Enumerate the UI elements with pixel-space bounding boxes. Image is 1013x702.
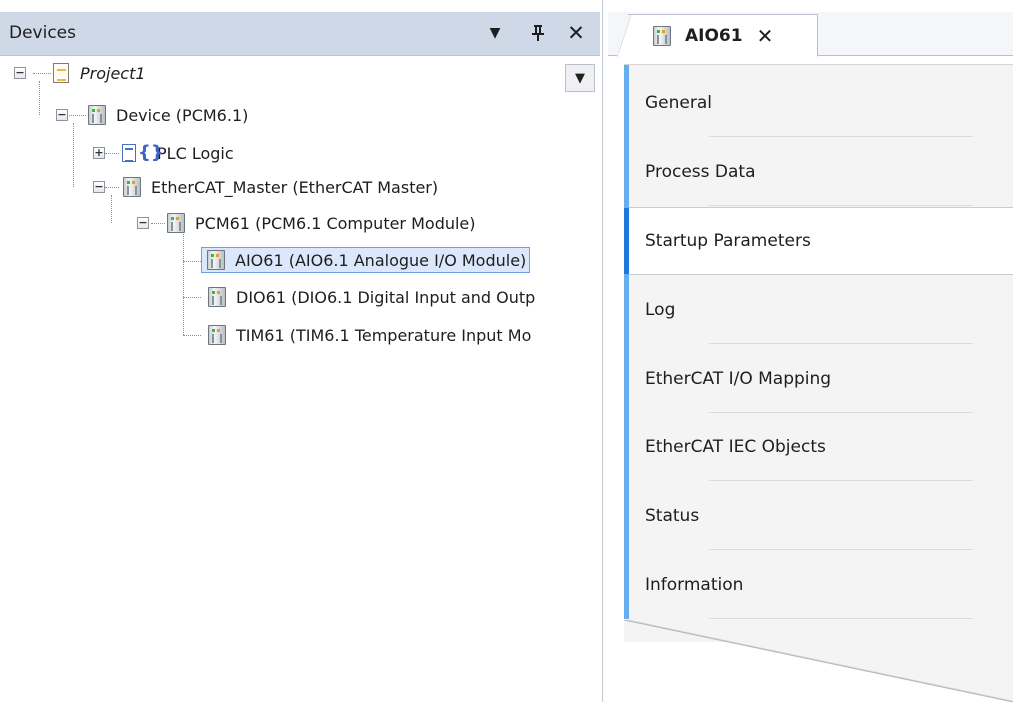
device-editor: AIO61 ✕ General Process Data Startup Par… xyxy=(608,0,1013,702)
tab-startup-parameters[interactable]: Startup Parameters xyxy=(624,207,1013,275)
tree-node-label: TIM61 (TIM6.1 Temperature Input Mo xyxy=(236,325,532,345)
tree-node-dio61[interactable]: DIO61 (DIO6.1 Digital Input and Outp xyxy=(201,282,599,312)
tree-connector xyxy=(105,187,119,188)
device-module-icon xyxy=(205,249,227,271)
device-module-icon xyxy=(165,212,187,234)
tree-connector xyxy=(183,297,201,298)
side-tab-label: EtherCAT IEC Objects xyxy=(645,437,826,457)
pin-glyph xyxy=(532,25,544,41)
devices-panel-title: Devices xyxy=(9,23,76,43)
tree-connector xyxy=(111,195,112,223)
tab-general[interactable]: General xyxy=(629,69,1013,137)
plc-logic-icon: {} xyxy=(121,142,164,164)
document-tab-strip: AIO61 ✕ xyxy=(608,12,1013,58)
device-module-icon xyxy=(206,324,228,346)
tree-connector xyxy=(33,73,51,74)
tree-node-label: PCM61 (PCM6.1 Computer Module) xyxy=(195,213,476,233)
tree-connector xyxy=(73,123,74,187)
devices-panel: Devices ▼ ✕ ▼ − Project1 − Device (PCM6.… xyxy=(0,0,603,702)
close-tab-icon[interactable]: ✕ xyxy=(757,24,774,48)
tree-node-label: PLC Logic xyxy=(157,143,234,163)
side-tab-label: General xyxy=(645,93,712,113)
devices-panel-header: Devices ▼ ✕ xyxy=(0,12,600,56)
device-module-icon xyxy=(121,176,143,198)
panel-menu-dropdown-icon[interactable]: ▼ xyxy=(482,20,508,46)
tree-node-label: AIO61 (AIO6.1 Analogue I/O Module) xyxy=(235,250,527,270)
collapse-ethercat-master-icon[interactable]: − xyxy=(93,181,105,193)
tab-aio61[interactable]: AIO61 ✕ xyxy=(617,14,818,58)
side-tab-label: Status xyxy=(645,506,700,526)
tree-node-label: DIO61 (DIO6.1 Digital Input and Outp xyxy=(236,287,536,307)
selection-highlight: AIO61 (AIO6.1 Analogue I/O Module) xyxy=(201,247,531,273)
tree-node-row: TIM61 (TIM6.1 Temperature Input Mo xyxy=(201,321,536,349)
collapse-project-icon[interactable]: − xyxy=(14,67,26,79)
collapse-device-icon[interactable]: − xyxy=(56,109,68,121)
tree-node-pcm61[interactable]: PCM61 (PCM6.1 Computer Module) xyxy=(165,208,476,238)
device-module-icon xyxy=(86,104,108,126)
tree-node-row: DIO61 (DIO6.1 Digital Input and Outp xyxy=(201,283,540,311)
tree-connector xyxy=(183,335,201,336)
tab-ethercat-io-mapping[interactable]: EtherCAT I/O Mapping xyxy=(629,345,1013,413)
tree-node-label: EtherCAT_Master (EtherCAT Master) xyxy=(151,177,439,197)
tree-node-aio61[interactable]: AIO61 (AIO6.1 Analogue I/O Module) xyxy=(201,245,531,275)
tree-node-label: Project1 xyxy=(80,63,146,83)
tab-title: AIO61 xyxy=(685,25,743,46)
tab-ethercat-iec-objects[interactable]: EtherCAT IEC Objects xyxy=(629,413,1013,481)
expand-plc-logic-icon[interactable]: + xyxy=(93,147,105,159)
pin-icon[interactable] xyxy=(525,20,551,46)
editor-side-tabs: General Process Data Startup Parameters … xyxy=(624,64,1013,642)
tree-connector xyxy=(183,231,184,335)
tab-log[interactable]: Log xyxy=(629,276,1013,344)
side-tab-label: EtherCAT I/O Mapping xyxy=(645,369,832,389)
device-tree: ▼ − Project1 − Device (PCM6.1) + {} PLC … xyxy=(0,57,600,702)
tab-process-data[interactable]: Process Data xyxy=(629,138,1013,206)
tree-connector xyxy=(183,261,201,262)
side-tab-label: Log xyxy=(645,300,676,320)
project-icon xyxy=(50,62,72,84)
tree-node-plc-logic[interactable]: {} PLC Logic xyxy=(121,138,234,168)
tree-node-project[interactable]: Project1 xyxy=(50,58,146,88)
tree-connector xyxy=(105,153,119,154)
side-tab-label: Process Data xyxy=(645,162,756,182)
side-tab-label: Startup Parameters xyxy=(645,231,811,251)
tab-information[interactable]: Information xyxy=(629,551,1013,619)
tree-connector xyxy=(151,223,165,224)
tree-node-label: Device (PCM6.1) xyxy=(116,105,249,125)
tree-dropdown-button[interactable]: ▼ xyxy=(565,64,595,92)
close-panel-icon[interactable]: ✕ xyxy=(563,20,589,46)
side-tab-label: Information xyxy=(645,575,744,595)
tree-connector xyxy=(39,81,40,115)
device-module-icon xyxy=(651,25,673,47)
side-tabs-bottom-edge xyxy=(624,620,1013,702)
tree-node-ethercat-master[interactable]: EtherCAT_Master (EtherCAT Master) xyxy=(121,172,438,202)
tree-node-tim61[interactable]: TIM61 (TIM6.1 Temperature Input Mo xyxy=(201,320,599,350)
tab-status[interactable]: Status xyxy=(629,482,1013,550)
device-module-icon xyxy=(206,286,228,308)
tree-connector xyxy=(66,115,86,116)
collapse-pcm61-icon[interactable]: − xyxy=(137,217,149,229)
tree-node-device[interactable]: Device (PCM6.1) xyxy=(86,100,248,130)
